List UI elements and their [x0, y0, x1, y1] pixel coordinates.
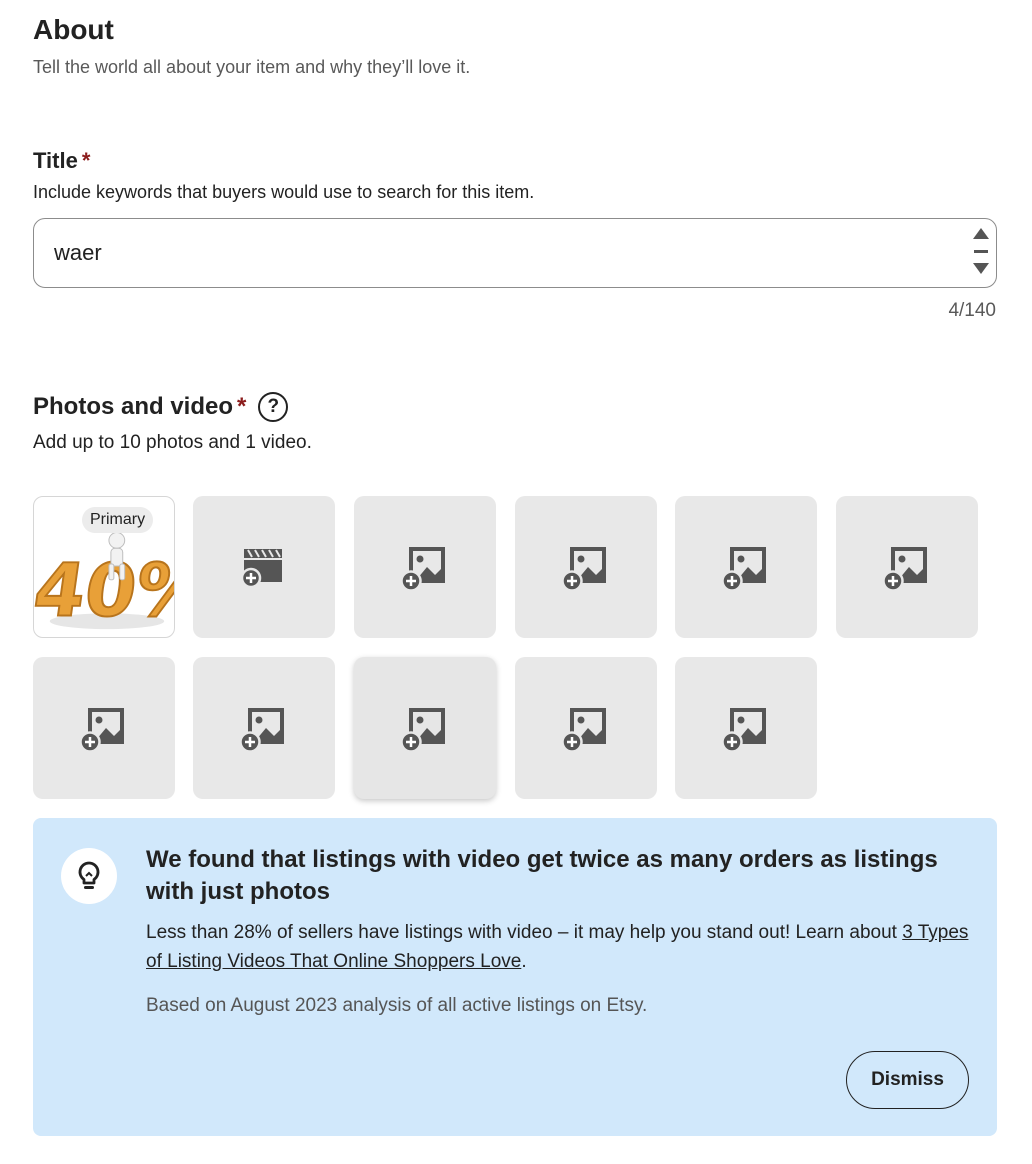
arrow-up-icon[interactable] — [973, 228, 989, 239]
add-photo-icon — [722, 547, 766, 591]
photos-label: Photos and video * ? — [33, 392, 289, 422]
scroll-spinner[interactable] — [970, 225, 992, 281]
add-photo-icon — [722, 708, 766, 752]
add-video-icon — [240, 549, 282, 589]
dismiss-button[interactable]: Dismiss — [846, 1051, 969, 1109]
title-input[interactable] — [54, 237, 934, 269]
lightbulb-icon — [61, 848, 117, 904]
title-char-count: 4/140 — [948, 300, 996, 321]
title-label: Title * — [33, 148, 90, 174]
tip-body-suffix: . — [521, 951, 527, 972]
photo-slot[interactable] — [836, 496, 978, 638]
primary-badge: Primary — [82, 507, 154, 533]
about-heading: About — [33, 14, 114, 45]
about-subheading: Tell the world all about your item and w… — [33, 57, 471, 77]
title-label-text: Title — [33, 148, 78, 173]
help-icon[interactable]: ? — [258, 392, 289, 422]
photo-slot[interactable] — [675, 657, 817, 799]
tip-title: We found that listings with video get tw… — [146, 846, 938, 905]
photo-slot[interactable] — [33, 657, 175, 799]
add-photo-icon — [240, 708, 284, 752]
add-photo-icon — [401, 708, 445, 752]
photo-slot-primary[interactable]: 40% Primary — [33, 496, 175, 638]
photo-slot[interactable] — [515, 496, 657, 638]
scroll-thumb[interactable] — [974, 250, 988, 253]
primary-image-text: 40% — [34, 549, 174, 634]
photo-slot[interactable] — [515, 657, 657, 799]
add-photo-icon — [562, 708, 606, 752]
video-slot[interactable] — [193, 496, 335, 638]
title-input-container — [33, 218, 997, 288]
arrow-down-icon[interactable] — [973, 263, 989, 274]
photos-help-text: Add up to 10 photos and 1 video. — [33, 432, 312, 453]
add-photo-icon — [401, 547, 445, 591]
tip-body: Less than 28% of sellers have listings w… — [146, 918, 976, 976]
add-photo-icon — [883, 547, 927, 591]
photo-slot[interactable] — [354, 496, 496, 638]
add-photo-icon — [80, 708, 124, 752]
photos-label-text: Photos and video — [33, 393, 234, 420]
photo-slot[interactable] — [354, 657, 496, 799]
title-help-text: Include keywords that buyers would use t… — [33, 182, 535, 202]
required-asterisk: * — [237, 393, 247, 420]
photo-slot[interactable] — [675, 496, 817, 638]
photo-slot[interactable] — [193, 657, 335, 799]
required-asterisk: * — [81, 148, 91, 173]
add-photo-icon — [562, 547, 606, 591]
tip-body-text: Less than 28% of sellers have listings w… — [146, 922, 903, 943]
video-tip-banner: We found that listings with video get tw… — [33, 818, 997, 1136]
tip-source-note: Based on August 2023 analysis of all act… — [146, 995, 648, 1016]
